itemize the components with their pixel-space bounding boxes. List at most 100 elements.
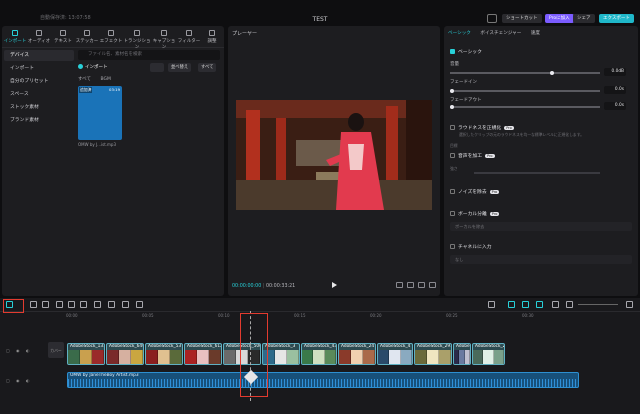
video-clip[interactable]: AdobeStock_24: [338, 343, 376, 365]
tab-import[interactable]: インポート: [3, 28, 27, 46]
video-clip[interactable]: AdobeStock_4: [377, 343, 413, 365]
channel-checkbox[interactable]: [450, 244, 455, 249]
fadeout-slider[interactable]: [450, 104, 600, 109]
audio-clip[interactable]: OMW by JaneTheBoy Artist.mp3: [67, 372, 579, 388]
tab-speed[interactable]: 速度: [531, 31, 540, 36]
play-icon[interactable]: [332, 282, 337, 288]
cover-button[interactable]: カバー: [48, 342, 64, 358]
captions-icon: [161, 30, 167, 36]
split-icon[interactable]: [56, 301, 63, 308]
nav-brand[interactable]: ブランド素材: [4, 115, 74, 126]
video-clip[interactable]: AdobeStock_3: [262, 343, 300, 365]
pro-button[interactable]: Proに加入: [545, 14, 574, 23]
filter-all-button[interactable]: すべて: [198, 63, 217, 72]
video-clip[interactable]: Adobel: [453, 343, 471, 365]
select-tool-icon[interactable]: [6, 301, 13, 308]
eye-icon[interactable]: ◉: [16, 378, 20, 383]
mirror-icon[interactable]: [122, 301, 129, 308]
share-button[interactable]: シェア: [573, 14, 595, 23]
nav-import[interactable]: インポート: [4, 63, 74, 74]
tab-voice-changer[interactable]: ボイスチェンジャー: [480, 31, 521, 36]
sort-button[interactable]: 並べ替え: [168, 63, 192, 72]
snap-icon[interactable]: [536, 301, 543, 308]
tab-sticker[interactable]: ステッカー: [75, 28, 99, 46]
fit-icon[interactable]: [407, 282, 414, 288]
redo-icon[interactable]: [42, 301, 49, 308]
magnet-icon[interactable]: [522, 301, 529, 308]
tab-text[interactable]: テキスト: [51, 28, 75, 46]
nav-space[interactable]: スペース: [4, 89, 74, 100]
fadein-value[interactable]: 0.0s: [604, 86, 626, 94]
video-clip[interactable]: AdobeStock_53: [145, 343, 183, 365]
mute-icon[interactable]: ◐: [26, 378, 30, 383]
shortcut-button[interactable]: ショートカット: [502, 14, 542, 23]
mic-icon[interactable]: [488, 301, 495, 308]
video-clip[interactable]: AdobeStock_23: [472, 343, 505, 365]
subtab-all[interactable]: すべて: [78, 77, 91, 82]
zoom-in-icon[interactable]: [626, 301, 633, 308]
grid-view-icon[interactable]: [150, 63, 164, 72]
playhead[interactable]: [250, 311, 251, 401]
enhance-checkbox[interactable]: [450, 153, 455, 158]
nav-presets[interactable]: 自分のプリセット: [4, 76, 74, 87]
freeze-icon[interactable]: [108, 301, 115, 308]
video-clip[interactable]: AdobeStock_500: [223, 343, 261, 365]
video-clip[interactable]: AdobeStock_291: [414, 343, 452, 365]
tab-basic[interactable]: ベーシック: [448, 31, 471, 36]
mute-icon[interactable]: ◐: [26, 348, 30, 353]
video-clip[interactable]: AdobeStock_612: [184, 343, 222, 365]
channel-dropdown[interactable]: なし: [450, 255, 632, 264]
nav-stock[interactable]: ストック素材: [4, 102, 74, 113]
tick-label: 00:30: [522, 313, 534, 318]
volume-value[interactable]: 0.0dB: [604, 68, 626, 76]
zoom-out-icon[interactable]: [566, 301, 573, 308]
undo-icon[interactable]: [30, 301, 37, 308]
export-button[interactable]: エクスポート: [599, 14, 634, 23]
tab-audio[interactable]: オーディオ: [27, 28, 51, 46]
delete-icon[interactable]: [94, 301, 101, 308]
lock-icon[interactable]: ▢: [6, 348, 10, 353]
noise-checkbox[interactable]: [450, 189, 455, 194]
project-title[interactable]: TEST: [0, 16, 640, 23]
media-search-input[interactable]: ファイル名、素材名を検索: [78, 50, 220, 60]
tab-captions[interactable]: キャプション: [151, 28, 177, 50]
import-icon: [12, 30, 18, 36]
fadeout-knob[interactable]: [450, 104, 454, 109]
video-clip[interactable]: AdobeStock_43: [301, 343, 337, 365]
video-clip[interactable]: AdobeStock_649: [106, 343, 144, 365]
fadein-slider[interactable]: [450, 88, 600, 93]
tab-filter[interactable]: フィルター: [177, 28, 201, 46]
lock-icon[interactable]: ▢: [6, 378, 10, 383]
tab-transition[interactable]: トランジション: [123, 28, 151, 50]
time-ruler[interactable]: 00:00 00:05 00:10 00:15 00:20 00:25 00:3…: [66, 312, 640, 322]
eye-icon[interactable]: ◉: [16, 348, 20, 353]
fadein-knob[interactable]: [450, 88, 454, 93]
preview-axis-icon[interactable]: [552, 301, 559, 308]
fullscreen-icon[interactable]: [429, 282, 436, 288]
vocal-dropdown[interactable]: ボーカルを除去: [450, 222, 632, 231]
media-thumbnail[interactable]: 追加済 03:19: [78, 86, 122, 140]
volume-knob[interactable]: [550, 70, 554, 75]
zoom-slider[interactable]: [578, 304, 618, 305]
vocal-checkbox[interactable]: [450, 211, 455, 216]
video-clip[interactable]: AdobeStock_131: [67, 343, 105, 365]
basic-checkbox[interactable]: [450, 49, 455, 54]
subtab-bgm[interactable]: BGM: [100, 77, 110, 82]
crop-icon[interactable]: [418, 282, 425, 288]
tab-effects[interactable]: エフェクト: [99, 28, 123, 46]
enhance-slider[interactable]: [474, 172, 600, 174]
fadeout-value[interactable]: 0.0s: [604, 102, 626, 110]
ratio-icon[interactable]: [396, 282, 403, 288]
video-frame-image: [236, 100, 432, 210]
crop-tool-icon[interactable]: [136, 301, 143, 308]
split-left-icon[interactable]: [68, 301, 75, 308]
import-toggle[interactable]: インポート: [78, 64, 108, 72]
nav-device[interactable]: デバイス: [4, 50, 74, 61]
split-right-icon[interactable]: [80, 301, 87, 308]
video-preview[interactable]: [236, 100, 432, 210]
volume-slider[interactable]: [450, 70, 600, 75]
tab-adjust[interactable]: 調整: [200, 28, 224, 46]
link-icon[interactable]: [508, 301, 515, 308]
loudness-checkbox[interactable]: [450, 125, 455, 130]
layout-icon[interactable]: [487, 14, 497, 23]
